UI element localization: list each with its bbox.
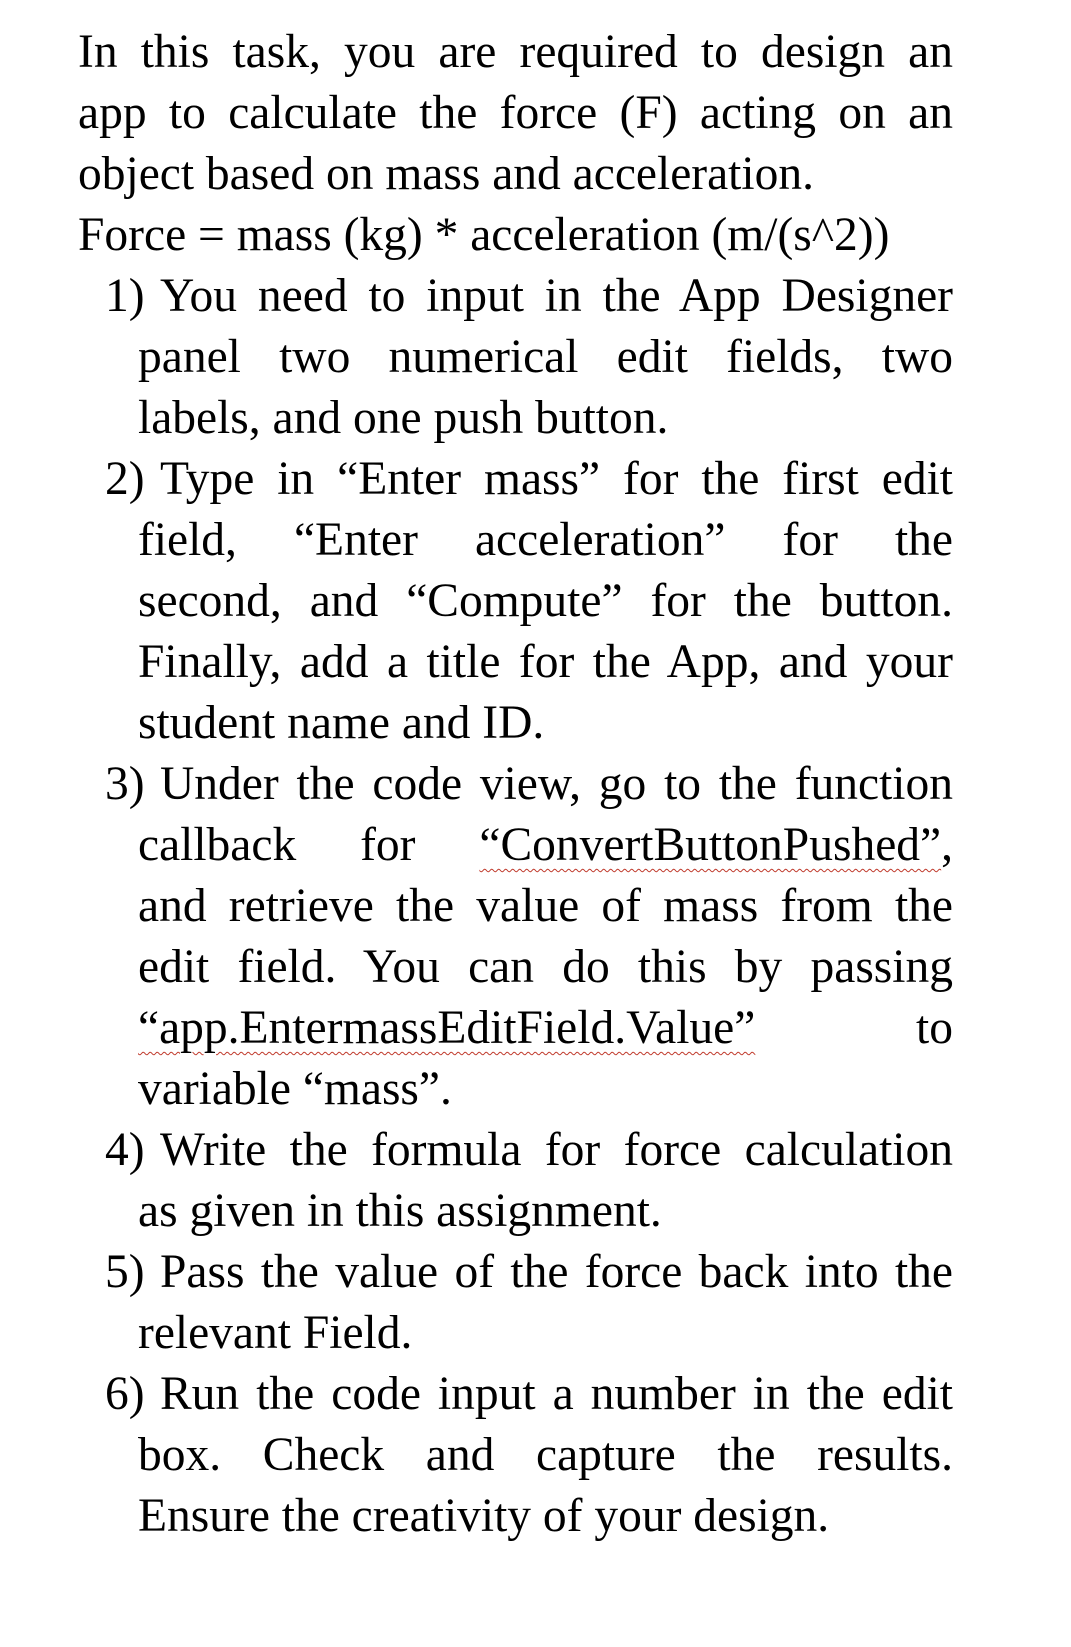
intro-line: app to calculate the force (F) acting on… [78, 87, 953, 139]
step-line: edit field. You can do this by passing [138, 941, 953, 993]
step-4: 4) Write the formula for force calculatio… [78, 1120, 953, 1242]
step-line: box. Check and capture the results. [138, 1429, 953, 1481]
callback-name: “ConvertButtonPushed” [479, 819, 942, 871]
step-number: 2) [105, 453, 145, 505]
step-1: 1) You need to input in the App Designer … [78, 266, 953, 449]
step-number: 4) [105, 1124, 145, 1176]
step-text: callback for [138, 819, 480, 871]
document-page: In this task, you are required to design… [78, 22, 953, 1547]
step-line: student name and ID. [138, 697, 545, 749]
step-line: Ensure the creativity of your design. [138, 1490, 830, 1542]
step-line: 3) Under the code view, go to the functio… [78, 754, 953, 815]
step-number: 5) [105, 1246, 145, 1298]
step-text: You need to input in the App Designer [160, 270, 953, 322]
property-reference: “app.EntermassEditField.Value” [138, 1002, 756, 1054]
step-line: 5) Pass the value of the force back into … [78, 1242, 953, 1303]
step-5: 5) Pass the value of the force back into … [78, 1242, 953, 1364]
step-number: 3) [105, 758, 145, 810]
step-line: labels, and one push button. [138, 392, 669, 444]
intro-paragraph: In this task, you are required to design… [78, 22, 953, 266]
step-line: as given in this assignment. [138, 1185, 662, 1237]
step-number: 1) [105, 270, 145, 322]
intro-line: object based on mass and acceleration. [78, 148, 814, 200]
intro-line: In this task, you are required to design… [78, 26, 953, 78]
step-line: Finally, add a title for the App, and yo… [138, 636, 953, 688]
step-line: relevant Field. [138, 1307, 413, 1359]
step-number: 6) [105, 1368, 145, 1420]
step-line: 2) Type in “Enter mass” for the first edi… [78, 449, 953, 510]
formula-line: Force = mass (kg) * acceleration (m/(s^2… [78, 209, 890, 261]
step-line: callback for “ConvertButtonPushed”, [78, 815, 953, 876]
step-line: 1) You need to input in the App Designer [78, 266, 953, 327]
step-text: Run the code input a number in the edit [160, 1368, 953, 1420]
step-3: 3) Under the code view, go to the functio… [78, 754, 953, 1120]
step-text: Write the formula for force calculation [160, 1124, 953, 1176]
step-line: and retrieve the value of mass from the [138, 880, 953, 932]
step-line: 4) Write the formula for force calculatio… [78, 1120, 953, 1181]
step-2: 2) Type in “Enter mass” for the first edi… [78, 449, 953, 754]
step-text: Under the code view, go to the function [160, 758, 953, 810]
step-text: Type in “Enter mass” for the first edit [160, 453, 953, 505]
step-text: , [941, 819, 953, 871]
step-line: panel two numerical edit fields, two [138, 331, 953, 383]
step-text: to [916, 1002, 953, 1054]
step-text: Pass the value of the force back into th… [160, 1246, 953, 1298]
step-line: 6) Run the code input a number in the edi… [78, 1364, 953, 1425]
step-line: “app.EntermassEditField.Value” to [78, 998, 953, 1059]
step-line: second, and “Compute” for the button. [138, 575, 953, 627]
step-6: 6) Run the code input a number in the edi… [78, 1364, 953, 1547]
step-line: field, “Enter acceleration” for the [138, 514, 953, 566]
step-line: variable “mass”. [138, 1063, 452, 1115]
